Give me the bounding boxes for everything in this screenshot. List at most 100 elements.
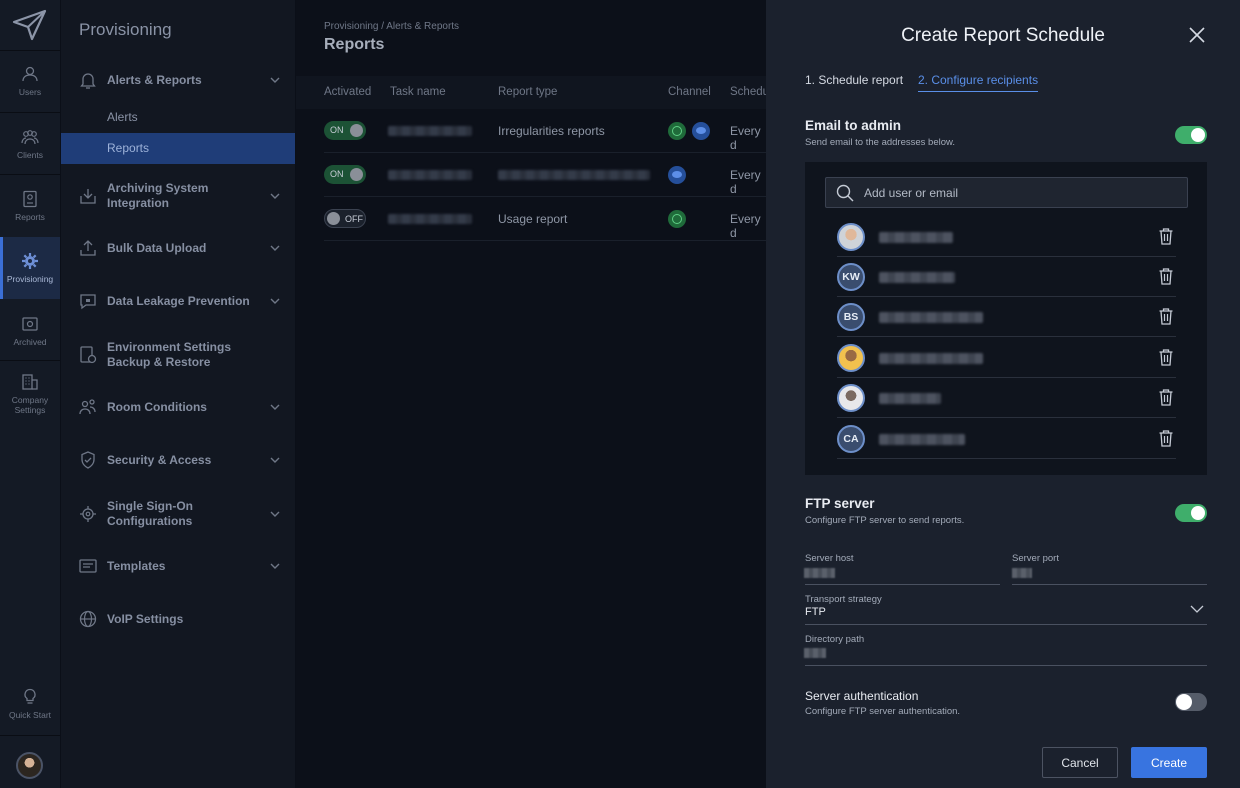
page-title: Reports (324, 36, 385, 53)
step-configure-recipients[interactable]: 2. Configure recipients (918, 73, 1039, 92)
chevron-down-icon (270, 563, 280, 569)
table-row[interactable]: ON Every d (324, 153, 766, 197)
trash-icon[interactable] (1158, 307, 1174, 325)
chevron-down-icon (270, 298, 280, 304)
sidebar-item-dlp[interactable]: Data Leakage Prevention (61, 291, 295, 311)
breadcrumb[interactable]: Provisioning / Alerts & Reports (324, 21, 459, 32)
gear-icon (22, 253, 38, 269)
directory-path-underline (805, 665, 1207, 666)
sidebar-item-templates[interactable]: Templates (61, 556, 295, 576)
sidebar-item-voip[interactable]: VoIP Settings (61, 609, 295, 629)
task-name-redacted (388, 126, 472, 136)
trash-icon[interactable] (1158, 348, 1174, 366)
transport-strategy-select[interactable]: FTP (805, 606, 826, 618)
trash-icon[interactable] (1158, 227, 1174, 245)
cancel-button[interactable]: Cancel (1042, 747, 1118, 778)
column-header[interactable]: Channel (668, 86, 711, 98)
sso-gear-icon (80, 506, 96, 522)
server-host-value-redacted[interactable] (804, 568, 835, 578)
close-icon[interactable] (1186, 24, 1208, 46)
ftp-section-title: FTP server (805, 496, 875, 511)
directory-path-value-redacted[interactable] (804, 648, 826, 658)
auth-toggle[interactable] (1175, 693, 1207, 711)
sidebar-item-bulk-upload[interactable]: Bulk Data Upload (61, 238, 295, 258)
chevron-down-icon[interactable] (1190, 603, 1204, 615)
sidebar-item-archiving[interactable]: Archiving System Integration (61, 180, 295, 211)
rail-item-provisioning[interactable]: Provisioning (0, 237, 60, 299)
trash-icon[interactable] (1158, 429, 1174, 447)
sidebar-subitem-reports[interactable]: Reports (61, 133, 295, 164)
table-row[interactable]: ON Irregularities reports Every d (324, 109, 766, 153)
activation-toggle[interactable]: ON (324, 121, 366, 140)
sidebar-item-room-conditions[interactable]: Room Conditions (61, 397, 295, 417)
search-icon (836, 184, 854, 202)
column-header[interactable]: Activated (324, 86, 371, 98)
chat-bubble-icon (668, 166, 686, 184)
server-port-value-redacted[interactable] (1012, 568, 1032, 578)
globe-icon (79, 610, 97, 628)
sidebar-subitem-alerts[interactable]: Alerts (61, 102, 295, 133)
avatar: BS (837, 303, 865, 331)
auth-section-desc: Configure FTP server authentication. (805, 706, 961, 717)
recipient-row: CA (837, 419, 1176, 459)
sidebar-item-label: Single Sign-On Configurations (107, 498, 193, 528)
rail-divider (0, 735, 60, 736)
whatsapp-icon (668, 122, 686, 140)
recipient-row (837, 378, 1176, 418)
trash-icon[interactable] (1158, 388, 1174, 406)
schedule: Every d (730, 124, 761, 152)
rail-item-label: Quick Start (8, 710, 52, 720)
rail-item-clients[interactable]: Clients (0, 113, 60, 175)
rail-item-label: Company Settings (11, 395, 49, 415)
sidebar-item-label: Bulk Data Upload (107, 240, 207, 255)
create-report-drawer: Create Report Schedule 1. Schedule repor… (766, 0, 1240, 788)
recipient-row: KW (837, 257, 1176, 297)
recipient-name-redacted (879, 272, 955, 283)
create-button[interactable]: Create (1131, 747, 1207, 778)
app-logo-icon[interactable] (12, 8, 48, 42)
sidebar-item-alerts-reports[interactable]: Alerts & Reports (61, 70, 295, 90)
trash-icon[interactable] (1158, 267, 1174, 285)
sidebar-item-sso[interactable]: Single Sign-On Configurations (61, 498, 295, 529)
step-schedule-report[interactable]: 1. Schedule report (805, 73, 903, 87)
users-icon (22, 66, 38, 82)
email-toggle[interactable] (1175, 126, 1207, 144)
activation-toggle[interactable]: OFF (324, 209, 366, 228)
left-rail: Users Clients Reports Provisioning Archi… (0, 0, 60, 788)
template-icon (79, 559, 97, 573)
schedule: Every d (730, 212, 761, 240)
recipient-name-redacted (879, 312, 983, 323)
server-host-underline (805, 584, 1000, 585)
recipient-row: BS (837, 297, 1176, 337)
sidebar-item-env-backup[interactable]: Environment Settings Backup & Restore (61, 339, 295, 370)
chat-bubble-icon (692, 122, 710, 140)
column-header[interactable]: Task name (390, 86, 446, 98)
activation-toggle[interactable]: ON (324, 165, 366, 184)
reports-page: Provisioning / Alerts & Reports Reports … (296, 0, 769, 788)
sidebar-item-security[interactable]: Security & Access (61, 450, 295, 470)
recipient-row (837, 217, 1176, 257)
search-input[interactable] (864, 178, 1174, 207)
rail-item-archived[interactable]: Archived (0, 300, 60, 362)
recipients-box: KW BS CA (805, 162, 1207, 475)
rail-item-users[interactable]: Users (0, 50, 60, 112)
rail-item-quick-start[interactable]: Quick Start (0, 673, 60, 735)
recipient-search[interactable] (825, 177, 1188, 208)
table-row[interactable]: OFF Usage report Every d (324, 197, 766, 241)
column-header[interactable]: Schedu (730, 86, 769, 98)
column-header[interactable]: Report type (498, 86, 557, 98)
email-section-desc: Send email to the addresses below. (805, 137, 955, 148)
sidebar-item-label: Security & Access (107, 452, 212, 467)
sidebar-item-label: VoIP Settings (107, 611, 184, 626)
report-type-redacted (498, 170, 650, 180)
user-avatar[interactable] (16, 752, 43, 779)
people-icon (79, 399, 96, 415)
rail-item-reports[interactable]: Reports (0, 175, 60, 237)
task-name-redacted (388, 170, 472, 180)
chevron-down-icon (270, 511, 280, 517)
reports-icon (23, 190, 37, 208)
ftp-toggle[interactable] (1175, 504, 1207, 522)
rail-divider (0, 360, 60, 361)
rail-item-company-settings[interactable]: Company Settings (0, 362, 60, 426)
transport-strategy-label: Transport strategy (805, 594, 882, 605)
